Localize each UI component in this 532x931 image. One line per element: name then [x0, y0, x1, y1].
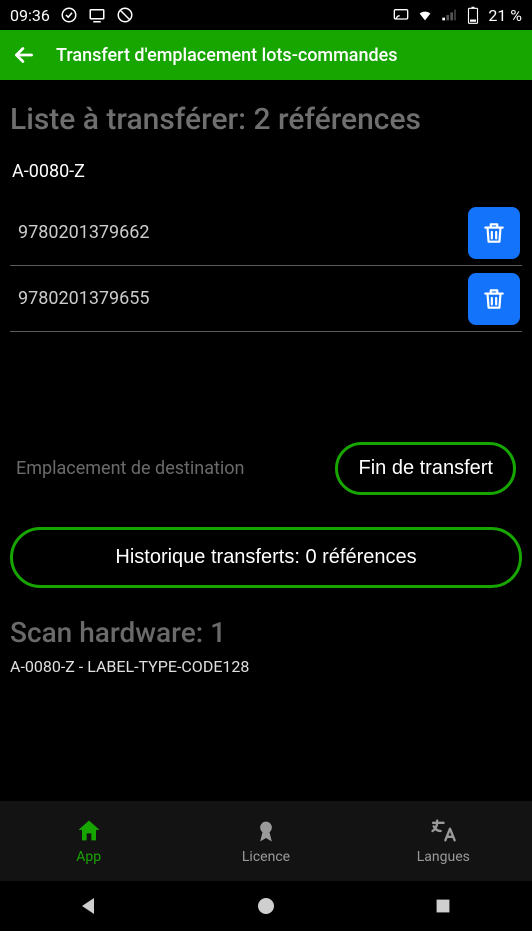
tab-label: App [76, 849, 101, 865]
item-code: 9780201379655 [10, 288, 150, 309]
nav-home-button[interactable] [251, 891, 281, 921]
item-code: 9780201379662 [10, 222, 150, 243]
nav-recent-button[interactable] [428, 891, 458, 921]
list-item: 9780201379655 [10, 266, 522, 332]
status-bar: 09:36 21 % [0, 0, 532, 30]
status-time: 09:36 [10, 6, 50, 25]
block-icon [116, 6, 134, 24]
location-code: A-0080-Z [10, 161, 522, 182]
page-title: Transfert d'emplacement lots-commandes [56, 45, 398, 66]
app-bar: Transfert d'emplacement lots-commandes [0, 30, 532, 80]
back-button[interactable] [10, 41, 38, 69]
history-button[interactable]: Historique transferts: 0 références [10, 527, 522, 588]
wifi-icon [416, 6, 434, 24]
trash-icon [481, 286, 507, 312]
tab-app[interactable]: App [0, 801, 177, 881]
tab-label: Licence [242, 849, 290, 865]
tab-label: Langues [417, 849, 470, 865]
screen-cast-icon [392, 6, 410, 24]
delete-button[interactable] [468, 273, 520, 325]
main-content: Liste à transférer: 2 références A-0080-… [0, 80, 532, 676]
scan-hardware-title: Scan hardware: 1 [10, 616, 522, 649]
trash-icon [481, 220, 507, 246]
home-icon [75, 817, 103, 845]
battery-icon [464, 6, 482, 24]
system-nav-bar [0, 881, 532, 931]
destination-label[interactable]: Emplacement de destination [16, 458, 245, 479]
signal-icon [440, 6, 458, 24]
check-circle-icon [60, 6, 78, 24]
battery-percent: 21 % [488, 6, 522, 25]
cast-icon [88, 6, 106, 24]
delete-button[interactable] [468, 207, 520, 259]
scan-hardware-detail: A-0080-Z - LABEL-TYPE-CODE128 [10, 657, 522, 676]
list-title: Liste à transférer: 2 références [10, 102, 522, 137]
tab-licence[interactable]: Licence [177, 801, 354, 881]
tab-langues[interactable]: Langues [355, 801, 532, 881]
translate-icon [429, 817, 457, 845]
nav-back-button[interactable] [74, 891, 104, 921]
list-item: 9780201379662 [10, 200, 522, 266]
end-transfer-button[interactable]: Fin de transfert [335, 442, 516, 495]
bottom-tab-bar: App Licence Langues [0, 801, 532, 881]
award-icon [252, 817, 280, 845]
